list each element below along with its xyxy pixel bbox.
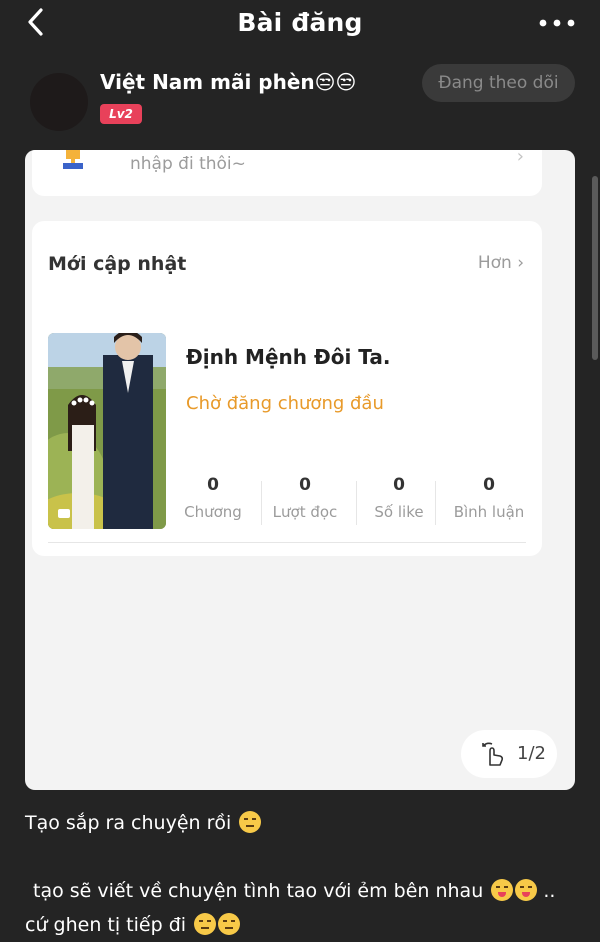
image-pager[interactable]: 1/2 xyxy=(461,730,557,778)
stat-comments: 0 Bình luận xyxy=(441,475,537,521)
stat-label: Chương xyxy=(184,503,242,521)
post-line-3: cứ ghen tị tiếp đi xyxy=(25,914,187,936)
stat-label: Lượt đọc xyxy=(272,503,338,521)
trophy-icon xyxy=(63,150,83,169)
updates-card: Mới cập nhật Hơn › Định Mệnh Đôi Ta. Chờ… xyxy=(32,221,542,556)
post-line-1: Tạo sắp ra chuyện rồi xyxy=(25,812,232,834)
stat-value: 0 xyxy=(483,475,495,495)
more-button[interactable] xyxy=(538,10,576,36)
more-horizontal-icon xyxy=(539,19,575,27)
level-badge: Lv2 xyxy=(100,104,142,124)
book-title[interactable]: Định Mệnh Đôi Ta. xyxy=(186,345,390,369)
section-title: Mới cập nhật xyxy=(48,253,187,275)
unamused-emoji-icon xyxy=(194,913,217,935)
stat-value: 0 xyxy=(207,475,219,495)
stat-label: Bình luận xyxy=(453,503,525,521)
swipe-hand-icon xyxy=(482,742,504,766)
divider xyxy=(261,481,262,525)
more-link-label: Hơn xyxy=(477,253,512,273)
top-card: nhập đi thôi~ › xyxy=(32,150,542,196)
unamused-emoji-icon xyxy=(239,811,262,833)
stat-reads: 0 Lượt đọc xyxy=(269,475,341,521)
pager-count: 1/2 xyxy=(517,743,546,764)
book-status: Chờ đăng chương đầu xyxy=(186,393,384,414)
top-card-text: nhập đi thôi~ xyxy=(130,154,246,174)
stat-likes: 0 Số like xyxy=(363,475,435,521)
stat-chapters: 0 Chương xyxy=(177,475,249,521)
follow-button[interactable]: Đang theo dõi xyxy=(422,64,575,102)
scrollbar[interactable] xyxy=(592,176,598,360)
tongue-emoji-icon xyxy=(515,879,538,901)
divider xyxy=(435,481,436,525)
top-bar: Bài đăng xyxy=(0,0,600,46)
divider xyxy=(48,542,526,543)
author-name[interactable]: Việt Nam mãi phèn😒😒 xyxy=(100,70,356,94)
chevron-right-icon: › xyxy=(516,150,524,167)
tongue-emoji-icon xyxy=(491,879,514,901)
stat-value: 0 xyxy=(299,475,311,495)
post-line-2: tạo sẽ viết về chuyện tình tao với ẻm bê… xyxy=(33,880,484,902)
chevron-right-icon: › xyxy=(517,253,524,273)
avatar[interactable] xyxy=(30,73,88,131)
book-cover[interactable] xyxy=(48,333,166,529)
post-line-2-tail: .. xyxy=(543,880,556,902)
shared-screenshot[interactable]: nhập đi thôi~ › Mới cập nhật Hơn › Định … xyxy=(25,150,575,790)
stat-value: 0 xyxy=(393,475,405,495)
stat-label: Số like xyxy=(374,503,424,521)
page-title: Bài đăng xyxy=(237,8,363,37)
author-row: Việt Nam mãi phèn😒😒 Lv2 Đang theo dõi xyxy=(0,60,600,140)
more-link[interactable]: Hơn › xyxy=(478,253,524,273)
divider xyxy=(356,481,357,525)
post-body: Tạo sắp ra chuyện rồi tạo sẽ viết về chu… xyxy=(25,806,585,942)
book-stats: 0 Chương 0 Lượt đọc 0 Số like 0 Bình luậ… xyxy=(177,475,527,531)
unamused-emoji-icon xyxy=(218,913,241,935)
